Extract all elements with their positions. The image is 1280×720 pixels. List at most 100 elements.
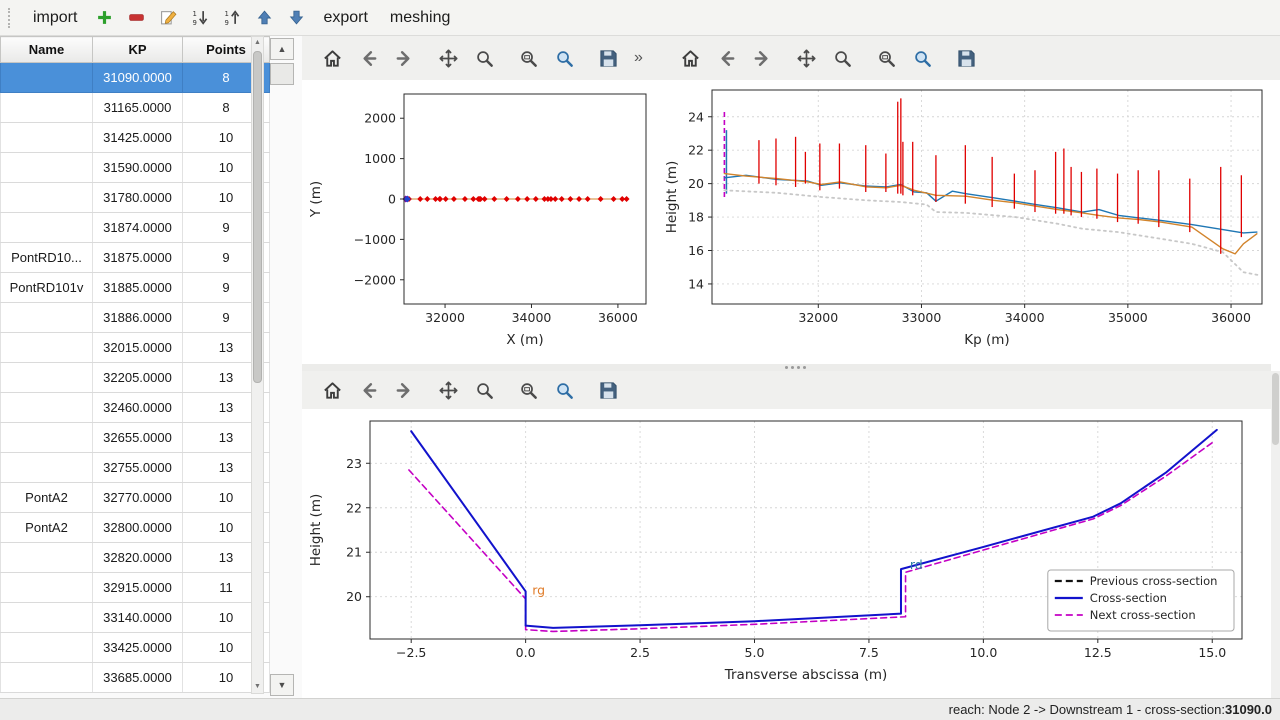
table-row[interactable]: 31590.000010 <box>1 153 270 183</box>
pan-button[interactable] <box>433 374 463 406</box>
table-row[interactable]: 31874.00009 <box>1 213 270 243</box>
cell-kp[interactable]: 31874.0000 <box>93 213 183 243</box>
table-row[interactable]: 32755.000013 <box>1 453 270 483</box>
cell-name[interactable] <box>1 183 93 213</box>
column-header-kp[interactable]: KP <box>93 37 183 63</box>
cell-name[interactable] <box>1 93 93 123</box>
horizontal-splitter[interactable] <box>302 364 1271 371</box>
cell-kp[interactable]: 33140.0000 <box>93 603 183 633</box>
cell-kp[interactable]: 31780.0000 <box>93 183 183 213</box>
zoom-rect-button[interactable] <box>513 374 543 406</box>
table-row[interactable]: 32460.000013 <box>1 393 270 423</box>
panel-scrollbar-thumb[interactable] <box>270 63 294 85</box>
table-row[interactable]: 33685.000010 <box>1 663 270 693</box>
import-button[interactable]: import <box>23 4 87 32</box>
sort-ascending-button[interactable]: 19 <box>217 4 247 32</box>
cell-name[interactable] <box>1 453 93 483</box>
table-row[interactable]: 33140.000010 <box>1 603 270 633</box>
table-row[interactable]: PontRD101v31885.00009 <box>1 273 270 303</box>
longitudinal-profile-chart[interactable]: 3200033000340003500036000141618202224Kp … <box>660 80 1272 364</box>
table-row[interactable]: 33425.000010 <box>1 633 270 663</box>
move-up-button[interactable] <box>249 4 279 32</box>
cell-name[interactable] <box>1 543 93 573</box>
edit-cross-section-button[interactable] <box>153 4 183 32</box>
scroll-down-icon[interactable]: ▼ <box>252 681 263 693</box>
cell-name[interactable]: PontRD101v <box>1 273 93 303</box>
table-row[interactable]: 31780.000010 <box>1 183 270 213</box>
add-cross-section-button[interactable] <box>89 4 119 32</box>
table-scrollbar[interactable]: ▲ ▼ <box>251 36 264 694</box>
zoom-selected-button[interactable] <box>549 42 579 74</box>
cell-kp[interactable]: 32655.0000 <box>93 423 183 453</box>
cell-kp[interactable]: 32015.0000 <box>93 333 183 363</box>
cell-kp[interactable]: 31885.0000 <box>93 273 183 303</box>
zoom-button[interactable] <box>827 42 857 74</box>
cell-kp[interactable]: 31590.0000 <box>93 153 183 183</box>
right-scrollbar-thumb[interactable] <box>1272 373 1279 445</box>
move-down-button[interactable] <box>281 4 311 32</box>
forward-button[interactable] <box>389 374 419 406</box>
cell-name[interactable] <box>1 153 93 183</box>
remove-cross-section-button[interactable] <box>121 4 151 32</box>
cell-name[interactable] <box>1 423 93 453</box>
table-row[interactable]: PontRD10...31875.00009 <box>1 243 270 273</box>
toolbar-grip[interactable] <box>8 8 16 28</box>
zoom-rect-button[interactable] <box>871 42 901 74</box>
cell-kp[interactable]: 33425.0000 <box>93 633 183 663</box>
cell-name[interactable]: PontRD10... <box>1 243 93 273</box>
home-button[interactable] <box>317 42 347 74</box>
zoom-button[interactable] <box>469 42 499 74</box>
cell-name[interactable] <box>1 603 93 633</box>
cross-section-chart[interactable]: −2.50.02.55.07.510.012.515.020212223Tran… <box>304 409 1270 697</box>
pan-button[interactable] <box>433 42 463 74</box>
table-row[interactable]: 32015.000013 <box>1 333 270 363</box>
toolbar-overflow-chevron[interactable]: » <box>634 49 643 67</box>
cell-name[interactable] <box>1 303 93 333</box>
cell-name[interactable] <box>1 63 93 93</box>
cell-kp[interactable]: 31425.0000 <box>93 123 183 153</box>
zoom-selected-button[interactable] <box>549 374 579 406</box>
cell-name[interactable] <box>1 213 93 243</box>
cell-kp[interactable]: 32755.0000 <box>93 453 183 483</box>
cell-kp[interactable]: 32205.0000 <box>93 363 183 393</box>
panel-scroll-down-button[interactable]: ▼ <box>270 674 294 696</box>
cell-kp[interactable]: 32770.0000 <box>93 483 183 513</box>
table-row[interactable]: 31090.00008 <box>1 63 270 93</box>
cell-kp[interactable]: 32820.0000 <box>93 543 183 573</box>
zoom-button[interactable] <box>469 374 499 406</box>
table-row[interactable]: PontA232770.000010 <box>1 483 270 513</box>
cell-name[interactable] <box>1 123 93 153</box>
cell-kp[interactable]: 31875.0000 <box>93 243 183 273</box>
cell-kp[interactable]: 31090.0000 <box>93 63 183 93</box>
cell-kp[interactable]: 31165.0000 <box>93 93 183 123</box>
save-button[interactable] <box>593 42 623 74</box>
back-button[interactable] <box>711 42 741 74</box>
cell-name[interactable] <box>1 573 93 603</box>
cell-name[interactable] <box>1 633 93 663</box>
export-button[interactable]: export <box>313 4 377 32</box>
pan-button[interactable] <box>791 42 821 74</box>
table-row[interactable]: 32915.000011 <box>1 573 270 603</box>
cell-kp[interactable]: 32915.0000 <box>93 573 183 603</box>
column-header-name[interactable]: Name <box>1 37 93 63</box>
cell-name[interactable]: PontA2 <box>1 513 93 543</box>
table-row[interactable]: 31886.00009 <box>1 303 270 333</box>
back-button[interactable] <box>353 42 383 74</box>
meshing-button[interactable]: meshing <box>380 4 460 32</box>
forward-button[interactable] <box>389 42 419 74</box>
cell-kp[interactable]: 33685.0000 <box>93 663 183 693</box>
cell-kp[interactable]: 32460.0000 <box>93 393 183 423</box>
table-row[interactable]: 32205.000013 <box>1 363 270 393</box>
cell-name[interactable] <box>1 663 93 693</box>
zoom-selected-button[interactable] <box>907 42 937 74</box>
plan-view-chart[interactable]: 320003400036000−2000−1000010002000X (m)Y… <box>304 80 660 364</box>
cell-name[interactable] <box>1 363 93 393</box>
save-button[interactable] <box>951 42 981 74</box>
table-row[interactable]: 32655.000013 <box>1 423 270 453</box>
cell-kp[interactable]: 32800.0000 <box>93 513 183 543</box>
cell-name[interactable]: PontA2 <box>1 483 93 513</box>
table-row[interactable]: 32820.000013 <box>1 543 270 573</box>
cell-name[interactable] <box>1 393 93 423</box>
table-row[interactable]: 31425.000010 <box>1 123 270 153</box>
table-scrollbar-thumb[interactable] <box>253 51 262 383</box>
